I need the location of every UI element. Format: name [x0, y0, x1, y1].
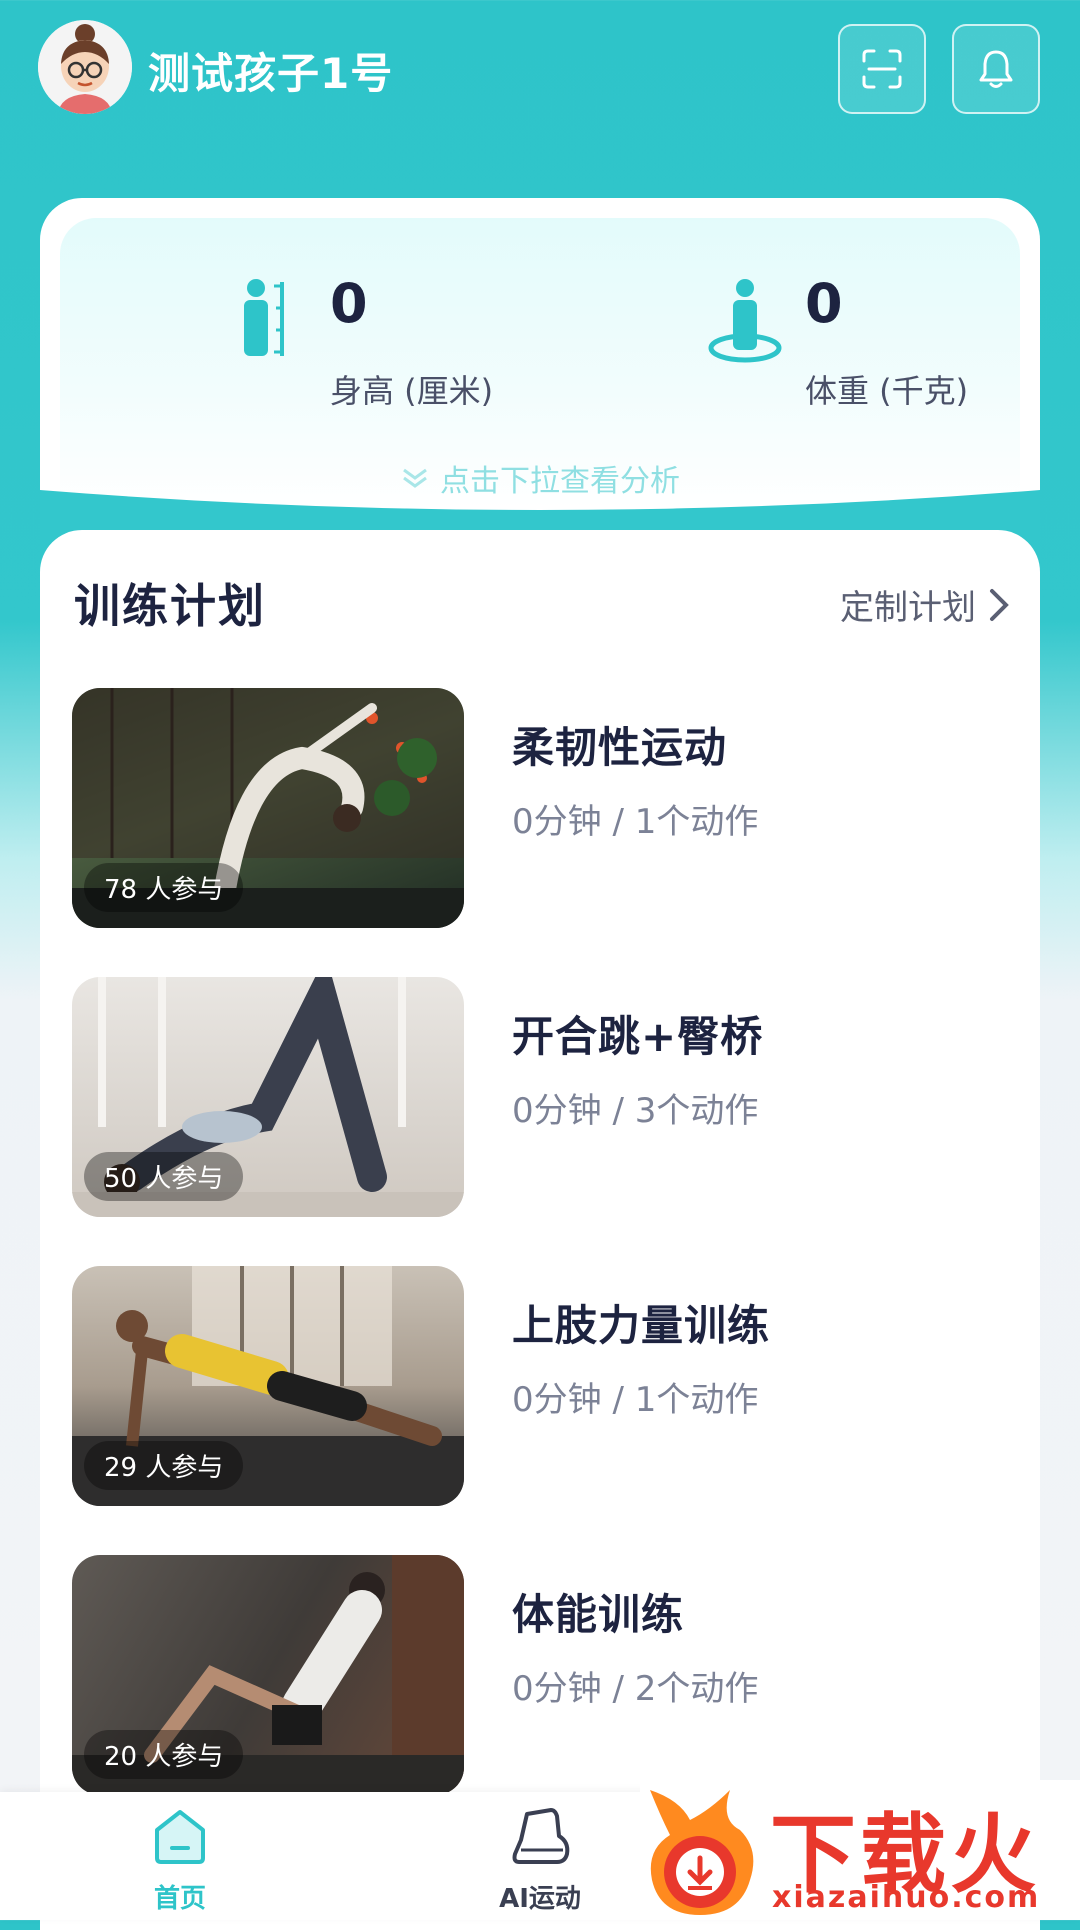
- plan-item-jumping-jacks[interactable]: 50 人参与 开合跳+臀桥 0分钟 / 3个动作: [72, 977, 1012, 1217]
- watermark-logo: 下载火 xiazaihuo.com: [640, 1780, 1080, 1920]
- height-value: 0: [330, 272, 368, 335]
- fire-logo-icon: [650, 1790, 754, 1915]
- participants-badge: 50 人参与: [84, 1152, 244, 1201]
- nav-home-label: 首页: [153, 1884, 206, 1914]
- scan-button[interactable]: [838, 24, 926, 114]
- plan-name: 体能训练: [512, 1590, 685, 1639]
- nav-home-tab[interactable]: 首页: [100, 1806, 260, 1915]
- plan-meta: 0分钟 / 1个动作: [512, 1380, 759, 1420]
- plan-name: 柔韧性运动: [512, 723, 728, 772]
- plan-meta: 0分钟 / 2个动作: [512, 1669, 759, 1709]
- bell-icon: [979, 50, 1013, 88]
- chevron-right-icon: [990, 588, 1009, 621]
- participants-badge: 20 人参与: [84, 1730, 244, 1779]
- plan-name: 开合跳+臀桥: [512, 1012, 764, 1061]
- body-stats-card[interactable]: 0 身高 (厘米) 0 体重 (千克) 点击下拉查看分析: [40, 198, 1040, 528]
- weight-label: 体重 (千克): [805, 372, 969, 410]
- nav-ai-sport-label: AI运动: [499, 1884, 581, 1914]
- plan-thumbnail: 78 人参与: [72, 688, 464, 928]
- top-header: 测试孩子1号: [0, 0, 1080, 150]
- home-icon: [155, 1810, 205, 1864]
- participants-badge: 78 人参与: [84, 863, 244, 912]
- height-label: 身高 (厘米): [330, 372, 494, 410]
- training-plans-card: 训练计划 定制计划 78 人参与 柔韧性运动 0分钟 / 1个动作 50 人参与…: [40, 530, 1040, 1930]
- weight-icon: [708, 279, 782, 363]
- plan-thumbnail: 20 人参与: [72, 1555, 464, 1795]
- body-stats-panel: 0 身高 (厘米) 0 体重 (千克) 点击下拉查看分析: [60, 218, 1020, 508]
- nav-ai-sport-tab[interactable]: AI运动: [460, 1806, 620, 1915]
- notification-button[interactable]: [952, 24, 1040, 114]
- avatar[interactable]: [38, 20, 132, 114]
- plan-item-upper-body[interactable]: 29 人参与 上肢力量训练 0分钟 / 1个动作: [72, 1266, 1012, 1506]
- plan-meta: 0分钟 / 3个动作: [512, 1091, 759, 1131]
- avatar-girl-icon: [38, 20, 132, 114]
- plan-thumbnail: 29 人参与: [72, 1266, 464, 1506]
- scan-icon: [862, 49, 902, 89]
- watermark-text-en: xiazaihuo.com: [772, 1880, 1041, 1915]
- plan-item-flexibility[interactable]: 78 人参与 柔韧性运动 0分钟 / 1个动作: [72, 688, 1012, 928]
- weight-value: 0: [805, 272, 843, 335]
- plan-meta: 0分钟 / 1个动作: [512, 802, 759, 842]
- plans-section-title: 训练计划: [74, 579, 266, 633]
- username: 测试孩子1号: [148, 49, 394, 98]
- plan-item-fitness[interactable]: 20 人参与 体能训练 0分钟 / 2个动作: [72, 1555, 1012, 1795]
- custom-plan-link[interactable]: 定制计划: [840, 580, 1010, 629]
- custom-plan-label: 定制计划: [840, 588, 976, 628]
- participants-badge: 29 人参与: [84, 1441, 244, 1490]
- plan-name: 上肢力量训练: [512, 1301, 771, 1350]
- height-icon: [244, 279, 284, 356]
- plan-thumbnail: 50 人参与: [72, 977, 464, 1217]
- sneaker-icon: [512, 1808, 570, 1864]
